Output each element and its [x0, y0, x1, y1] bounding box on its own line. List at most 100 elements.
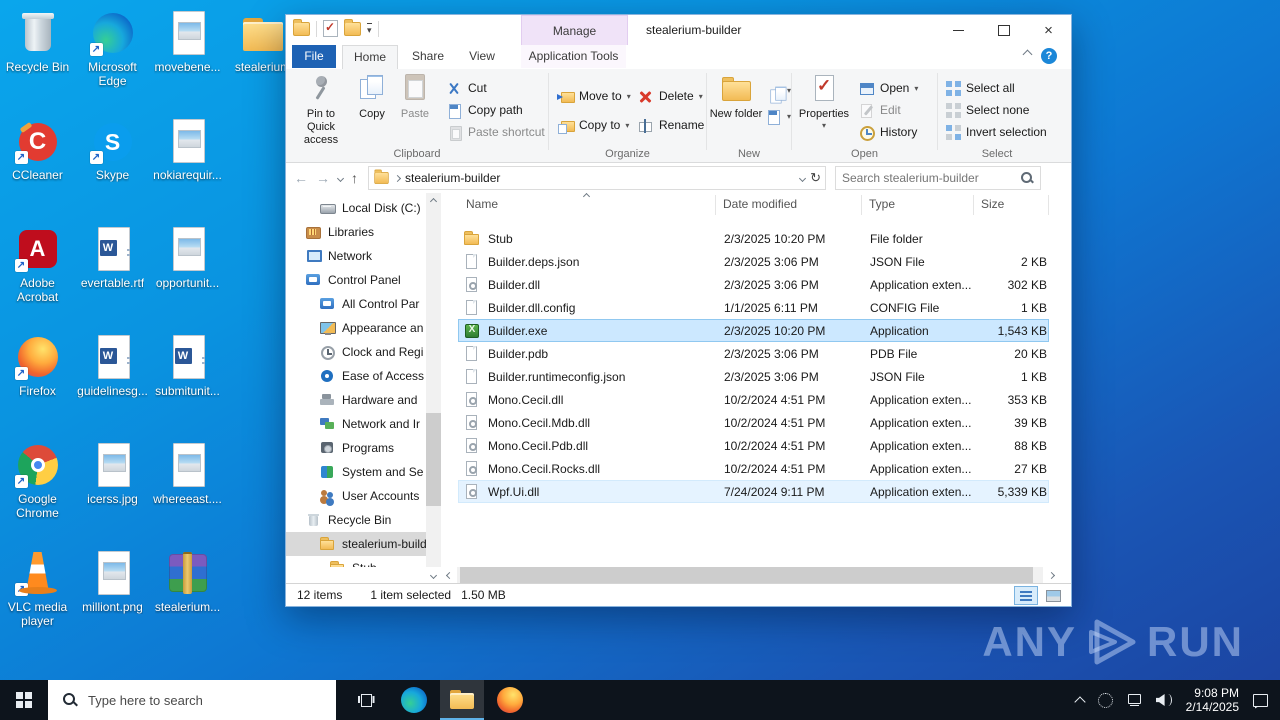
help-icon[interactable]: ? [1041, 48, 1057, 64]
nav-item[interactable]: Programs [286, 436, 426, 460]
desktop-icon[interactable]: ↗ Recycle Bin [0, 6, 75, 114]
nav-item[interactable]: User Accounts [286, 484, 426, 508]
tab-home[interactable]: Home [342, 45, 398, 69]
select-none-button[interactable]: Select none [946, 101, 1029, 119]
desktop-icon[interactable]: ↗ movebene... [150, 6, 225, 114]
minimize-button[interactable] [936, 15, 981, 45]
tab-application-tools[interactable]: Application Tools [521, 45, 626, 68]
start-button[interactable] [0, 680, 48, 720]
thumbnail-view-button[interactable] [1041, 586, 1065, 605]
nav-item[interactable]: Local Disk (C:) [286, 196, 426, 220]
taskbar-clock[interactable]: 9:08 PM 2/14/2025 [1186, 686, 1239, 714]
desktop-icon[interactable]: ↗ evertable.rtf [75, 222, 150, 330]
desktop-icon[interactable]: ↗ opportunit... [150, 222, 225, 330]
file-row[interactable]: Builder.deps.json 2/3/2025 3:06 PM JSON … [458, 250, 1049, 273]
nav-scroll-down-icon[interactable] [425, 567, 441, 583]
taskbar-firefox-button[interactable] [488, 680, 532, 720]
desktop-icon[interactable]: ↗ stealerium... [150, 546, 225, 654]
scroll-right-icon[interactable] [1043, 567, 1059, 583]
collapse-ribbon-icon[interactable] [1023, 50, 1033, 60]
file-row[interactable]: Wpf.Ui.dll 7/24/2024 9:11 PM Application… [458, 480, 1049, 503]
volume-icon[interactable] [1156, 693, 1172, 707]
file-row[interactable]: Builder.dll 2/3/2025 3:06 PM Application… [458, 273, 1049, 296]
file-row[interactable]: Mono.Cecil.dll 10/2/2024 4:51 PM Applica… [458, 388, 1049, 411]
nav-item[interactable]: stealerium-build [286, 532, 426, 556]
task-view-button[interactable] [344, 680, 388, 720]
nav-scrollbar[interactable] [426, 193, 441, 567]
properties-button[interactable]: Properties▾ [796, 72, 852, 146]
nav-item[interactable]: Network and Ir [286, 412, 426, 436]
nav-item[interactable]: All Control Par [286, 292, 426, 316]
hidden-icons-chevron[interactable] [1074, 696, 1085, 707]
file-row[interactable]: Mono.Cecil.Mdb.dll 10/2/2024 4:51 PM App… [458, 411, 1049, 434]
nav-item[interactable]: Stub [286, 556, 426, 567]
column-header-type[interactable]: Type [869, 197, 895, 211]
forward-button[interactable]: → [316, 170, 330, 186]
desktop-icon[interactable]: ↗ Google Chrome [0, 438, 75, 546]
up-button[interactable]: ↑ [351, 170, 358, 186]
action-center-icon[interactable] [1253, 694, 1268, 707]
pin-to-quick-access-button[interactable]: Pin to Quick access [292, 72, 350, 146]
close-button[interactable]: × [1026, 15, 1071, 45]
easy-access-button[interactable]: ▾ [765, 107, 791, 125]
qat-properties-icon[interactable] [323, 20, 338, 37]
title-bar[interactable]: ▾ Manage stealerium-builder × [286, 15, 1071, 45]
tab-view[interactable]: View [458, 45, 506, 68]
desktop-icon[interactable]: ↗ guidelinesg... [75, 330, 150, 438]
copy-path-button[interactable]: Copy path [446, 101, 523, 119]
scrollbar-thumb[interactable] [460, 567, 1033, 583]
taskbar-search[interactable]: Type here to search [48, 680, 336, 720]
network-icon[interactable] [1127, 694, 1142, 707]
desktop-icon[interactable]: ↗ Adobe Acrobat [0, 222, 75, 330]
file-row[interactable]: Mono.Cecil.Rocks.dll 10/2/2024 4:51 PM A… [458, 457, 1049, 480]
copy-to-button[interactable]: Copy to▾ [557, 116, 629, 134]
taskbar-edge-button[interactable] [392, 680, 436, 720]
details-view-button[interactable] [1014, 586, 1038, 605]
scroll-left-icon[interactable] [441, 567, 457, 583]
nav-item[interactable]: System and Se [286, 460, 426, 484]
delete-button[interactable]: Delete▾ [637, 87, 703, 105]
paste-shortcut-button[interactable]: Paste shortcut [446, 123, 545, 141]
scroll-up-icon[interactable] [426, 193, 441, 209]
column-header-size[interactable]: Size [981, 197, 1004, 211]
desktop-icon[interactable]: ↗ nokiarequir... [150, 114, 225, 222]
column-header-name[interactable]: Name [466, 197, 498, 211]
refresh-icon[interactable]: ↻ [810, 170, 821, 186]
nav-item[interactable]: Ease of Access [286, 364, 426, 388]
qat-newfolder-icon[interactable] [344, 22, 361, 36]
tab-file[interactable]: File [292, 45, 336, 68]
desktop-icon[interactable]: ↗ whereeast.... [150, 438, 225, 546]
address-dropdown-caret[interactable] [799, 174, 806, 181]
nav-item[interactable]: Clock and Regi [286, 340, 426, 364]
qat-customize-caret[interactable]: ▾ [367, 23, 372, 35]
file-row[interactable]: Builder.dll.config 1/1/2025 6:11 PM CONF… [458, 296, 1049, 319]
desktop-icon[interactable]: ↗ icerss.jpg [75, 438, 150, 546]
column-header-date[interactable]: Date modified [723, 197, 797, 211]
manage-context-tab[interactable]: Manage [521, 15, 628, 47]
scrollbar-track[interactable] [457, 567, 1043, 583]
history-button[interactable]: History [858, 123, 917, 141]
nav-item[interactable]: Appearance an [286, 316, 426, 340]
nav-item[interactable]: Network [286, 244, 426, 268]
file-row[interactable]: Builder.exe 2/3/2025 10:20 PM Applicatio… [458, 319, 1049, 342]
desktop-icon[interactable]: ↗ submitunit... [150, 330, 225, 438]
open-button[interactable]: Open▾ [858, 79, 918, 97]
new-item-button[interactable]: ▾ [765, 81, 791, 99]
back-button[interactable]: ← [294, 170, 308, 186]
file-row[interactable]: Builder.pdb 2/3/2025 3:06 PM PDB File 20… [458, 342, 1049, 365]
nav-item[interactable]: Hardware and [286, 388, 426, 412]
desktop-icon[interactable]: ↗ Skype [75, 114, 150, 222]
nav-item[interactable]: Control Panel [286, 268, 426, 292]
cut-button[interactable]: Cut [446, 79, 487, 97]
copy-button[interactable]: Copy [352, 72, 392, 146]
paste-button[interactable]: Paste [394, 72, 436, 146]
search-box[interactable]: Search stealerium-builder [835, 166, 1041, 190]
tab-share[interactable]: Share [402, 45, 454, 68]
desktop-icon[interactable]: ↗ Microsoft Edge [75, 6, 150, 114]
nav-scrollbar-thumb[interactable] [426, 413, 441, 506]
tray-recording-icon[interactable] [1098, 693, 1113, 708]
move-to-button[interactable]: Move to▾ [557, 87, 631, 105]
horizontal-scrollbar[interactable] [286, 567, 1071, 583]
desktop-icon[interactable]: ↗ CCleaner [0, 114, 75, 222]
taskbar-explorer-button[interactable] [440, 680, 484, 720]
